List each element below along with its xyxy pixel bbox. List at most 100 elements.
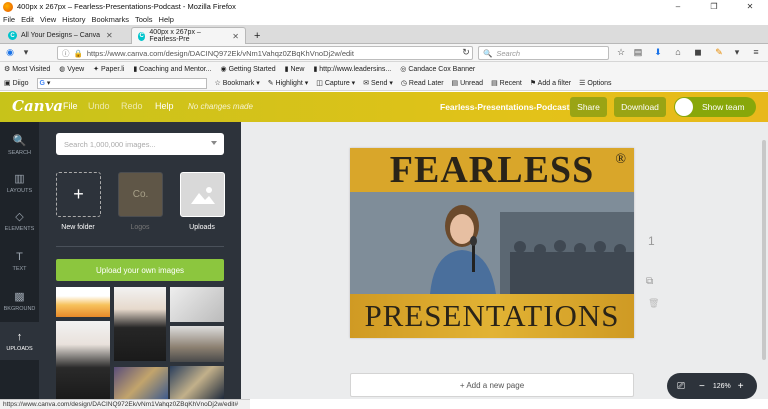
copy-page-icon[interactable]: ⧉ [646,276,653,287]
home-icon[interactable]: ⌂ [672,47,684,57]
upload-thumbnail[interactable] [170,287,224,322]
logos-label: Logos [130,224,150,231]
add-page-button[interactable]: + Add a new page [350,373,634,397]
zoom-control: ⎚ − 126% + [667,373,757,399]
uploads-folder[interactable] [180,172,225,217]
pocket-icon[interactable]: ◼ [692,47,704,58]
upload-thumbnail[interactable] [170,366,224,399]
layouts-icon: ▥ [14,173,25,185]
tab-current-design[interactable]: C 400px x 267px – Fearless-Pre ✕ [131,27,246,44]
menu-icon[interactable]: ≡ [750,47,762,57]
status-bar-url: https://www.canva.com/design/DACINQ972Ek… [0,399,250,409]
rail-background[interactable]: ▩ BKGROUND [0,282,39,320]
bookmark-getting-started[interactable]: ◉ Getting Started [221,65,276,73]
bookmark-new[interactable]: ▮ New [285,65,305,73]
share-button[interactable]: Share [570,97,607,117]
chevron-down-icon[interactable] [211,141,217,145]
design-subtitle-text[interactable]: PRESENTATIONS [364,298,619,334]
design-title-text[interactable]: FEARLESS [390,148,594,192]
menubar: File Edit View History Bookmarks Tools H… [0,13,768,25]
reload-icon[interactable]: ↻ [460,47,472,58]
back-icon[interactable]: ◉ [4,47,16,58]
diigo-unread[interactable]: ▤ Unread [452,79,484,87]
redo-button[interactable]: Redo [121,101,143,111]
workspace-scrollbar[interactable] [762,140,766,360]
bookmark-candace[interactable]: ◎ Candace Cox Banner [400,65,475,73]
diigo-brand[interactable]: ▣ Diigo [4,79,29,87]
close-window-button[interactable]: ✕ [732,0,768,13]
menu-history[interactable]: History [62,15,85,24]
elements-icon: ◇ [15,211,24,223]
window-titlebar: 400px x 267px – Fearless-Presentations-P… [0,0,768,13]
menu-help[interactable]: Help [159,15,174,24]
minimize-button[interactable]: – [660,0,696,13]
bookmark-paperli[interactable]: ✦ Paper.li [93,65,124,73]
download-button[interactable]: Download [614,97,666,117]
upload-images-button[interactable]: Upload your own images [56,259,224,281]
download-icon[interactable]: ⬇ [652,47,664,58]
new-folder-button[interactable]: + [56,172,101,217]
star-icon[interactable]: ☆ [615,47,627,58]
upload-thumbnail[interactable] [56,287,110,317]
tab-all-designs[interactable]: C All Your Designs – Canva ✕ [2,27,130,44]
diigo-recent[interactable]: ▤ Recent [491,79,522,87]
new-tab-button[interactable]: + [248,27,266,44]
canva-header: Canva File Undo Redo Help No changes mad… [0,92,768,122]
close-icon[interactable]: ✕ [106,31,113,40]
canva-logo[interactable]: Canva [12,97,63,115]
present-icon[interactable]: ⎚ [677,381,685,392]
menu-edit[interactable]: Edit [21,15,34,24]
upload-thumbnail[interactable] [114,287,166,361]
delete-page-icon[interactable]: 🗑 [648,298,659,309]
bookmark-most-visited[interactable]: ⚙ Most Visited [4,65,50,73]
document-title[interactable]: Fearless-Presentations-Podcast [440,102,569,112]
menu-file[interactable]: File [63,101,78,111]
bookmark-vyew[interactable]: ◍ Vyew [59,65,84,73]
undo-button[interactable]: Undo [88,101,110,111]
pen-icon[interactable]: ✎ [713,47,725,58]
help-menu[interactable]: Help [155,101,174,111]
design-bottom-band: PRESENTATIONS [350,294,634,338]
rail-search[interactable]: 🔍 SEARCH [0,126,39,164]
diigo-add-filter[interactable]: ⚑ Add a filter [530,79,571,87]
diigo-toolbar: ▣ Diigo G ▾ ☆ Bookmark ▾ ✎ Highlight ▾ ◫… [0,76,768,91]
save-status: No changes made [188,102,253,111]
navigation-bar: ◉ ▾ ⓘ 🔒 https://www.canva.com/design/DAC… [0,44,768,62]
diigo-send[interactable]: ✉ Send ▾ [363,79,393,87]
overflow-icon[interactable]: ▾ [731,47,743,58]
diigo-search[interactable]: G ▾ [36,77,207,89]
history-dropdown-icon[interactable]: ▾ [20,47,32,58]
rail-text[interactable]: T TEXT [0,242,39,280]
diigo-options[interactable]: ☰ Options [579,79,611,87]
menu-view[interactable]: View [40,15,56,24]
show-team-toggle[interactable]: Show team [674,97,756,117]
zoom-out-button[interactable]: − [699,381,705,392]
close-icon[interactable]: ✕ [232,32,239,41]
bookmarks-toolbar: ⚙ Most Visited ◍ Vyew ✦ Paper.li ▮ Coach… [0,62,768,76]
zoom-in-button[interactable]: + [738,381,744,392]
menu-tools[interactable]: Tools [135,15,153,24]
design-canvas[interactable]: FEARLESS ® PRESENTATIONS [350,148,634,338]
info-icon[interactable]: ⓘ [62,48,70,59]
search-input[interactable]: 🔍 Search [478,46,609,60]
rail-layouts[interactable]: ▥ LAYOUTS [0,164,39,202]
menu-file[interactable]: File [3,15,15,24]
bookmark-leadersins[interactable]: ▮ http://www.leadersins... [313,65,391,73]
speaker-photo[interactable] [350,192,634,294]
diigo-capture[interactable]: ◫ Capture ▾ [316,79,355,87]
image-search-input[interactable]: Search 1,000,000 images... [56,133,224,155]
upload-thumbnail[interactable] [170,326,224,362]
bookmark-coaching[interactable]: ▮ Coaching and Mentor... [133,65,211,73]
logos-folder[interactable]: Co. [118,172,163,217]
upload-thumbnail[interactable] [56,321,110,399]
reading-list-icon[interactable]: ▤ [632,47,644,58]
diigo-highlight[interactable]: ✎ Highlight ▾ [268,79,309,87]
diigo-bookmark[interactable]: ☆ Bookmark ▾ [215,79,260,87]
rail-uploads[interactable]: ↑ UPLOADS [0,322,39,360]
url-bar[interactable]: ⓘ 🔒 https://www.canva.com/design/DACINQ9… [57,46,473,60]
rail-elements[interactable]: ◇ ELEMENTS [0,202,39,240]
upload-thumbnail[interactable] [114,367,168,399]
diigo-read-later[interactable]: ◷ Read Later [401,79,444,87]
maximize-button[interactable]: ❐ [696,0,732,13]
menu-bookmarks[interactable]: Bookmarks [92,15,130,24]
